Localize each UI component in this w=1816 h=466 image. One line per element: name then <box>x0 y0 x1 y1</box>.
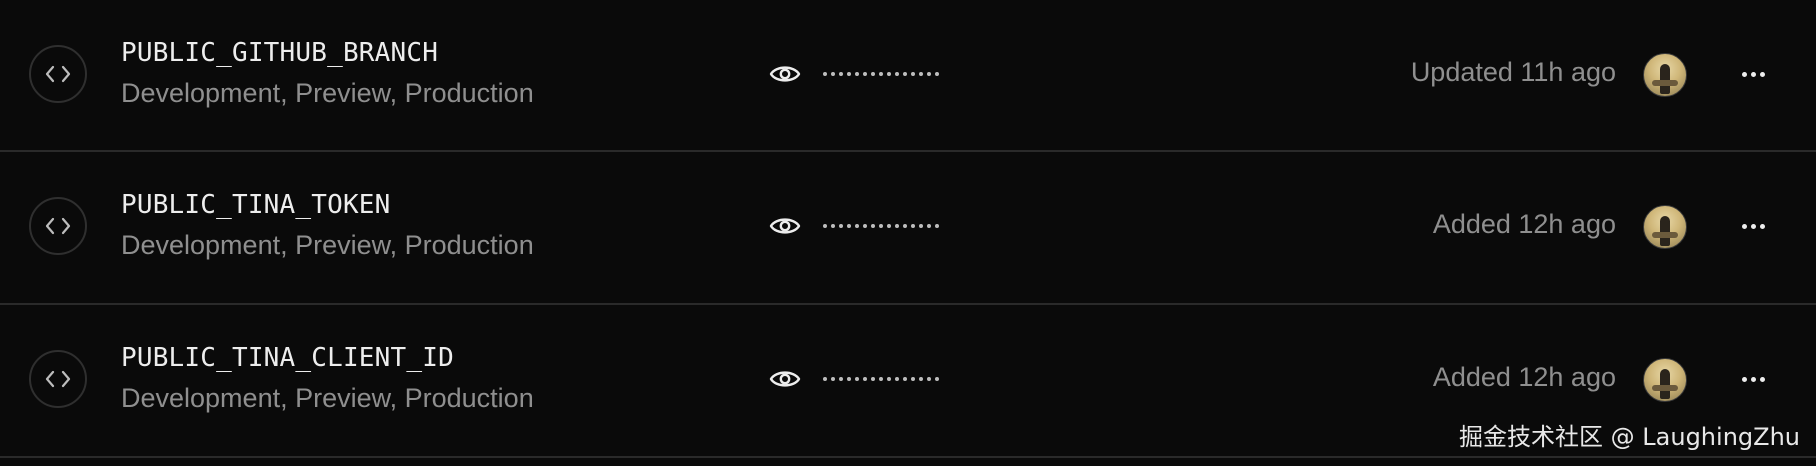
more-options-button[interactable] <box>1735 361 1771 397</box>
avatar[interactable] <box>1643 358 1687 402</box>
variable-environments: Development, Preview, Production <box>121 78 534 108</box>
added-status: Added 12h ago <box>1432 209 1616 239</box>
masked-value <box>823 56 939 92</box>
variable-name: PUBLIC_TINA_CLIENT_ID <box>121 343 454 373</box>
reveal-value-button[interactable] <box>762 56 808 92</box>
env-variable-row: PUBLIC_GITHUB_BRANCH Development, Previe… <box>0 0 1816 152</box>
code-icon <box>29 350 87 408</box>
reveal-value-button[interactable] <box>762 361 808 397</box>
variable-name: PUBLIC_GITHUB_BRANCH <box>121 38 439 68</box>
masked-value <box>823 361 939 397</box>
watermark: 掘金技术社区 @ LaughingZhu <box>1459 423 1800 451</box>
more-horizontal-icon <box>1741 223 1747 229</box>
updated-status: Updated 11h ago <box>1410 57 1616 87</box>
more-options-button[interactable] <box>1735 56 1771 92</box>
env-variable-row: PUBLIC_TINA_TOKEN Development, Preview, … <box>0 152 1816 305</box>
variable-environments: Development, Preview, Production <box>121 230 534 260</box>
eye-icon <box>769 371 801 387</box>
variable-environments: Development, Preview, Production <box>121 383 534 413</box>
code-icon <box>29 45 87 103</box>
more-options-button[interactable] <box>1735 208 1771 244</box>
reveal-value-button[interactable] <box>762 208 808 244</box>
avatar[interactable] <box>1643 53 1687 97</box>
more-horizontal-icon <box>1741 71 1747 77</box>
eye-icon <box>769 218 801 234</box>
masked-value <box>823 208 939 244</box>
added-status: Added 12h ago <box>1432 362 1616 392</box>
more-horizontal-icon <box>1741 376 1747 382</box>
avatar[interactable] <box>1643 205 1687 249</box>
eye-icon <box>769 66 801 82</box>
env-variable-list: PUBLIC_GITHUB_BRANCH Development, Previe… <box>0 0 1816 458</box>
variable-name: PUBLIC_TINA_TOKEN <box>121 190 391 220</box>
code-icon <box>29 197 87 255</box>
